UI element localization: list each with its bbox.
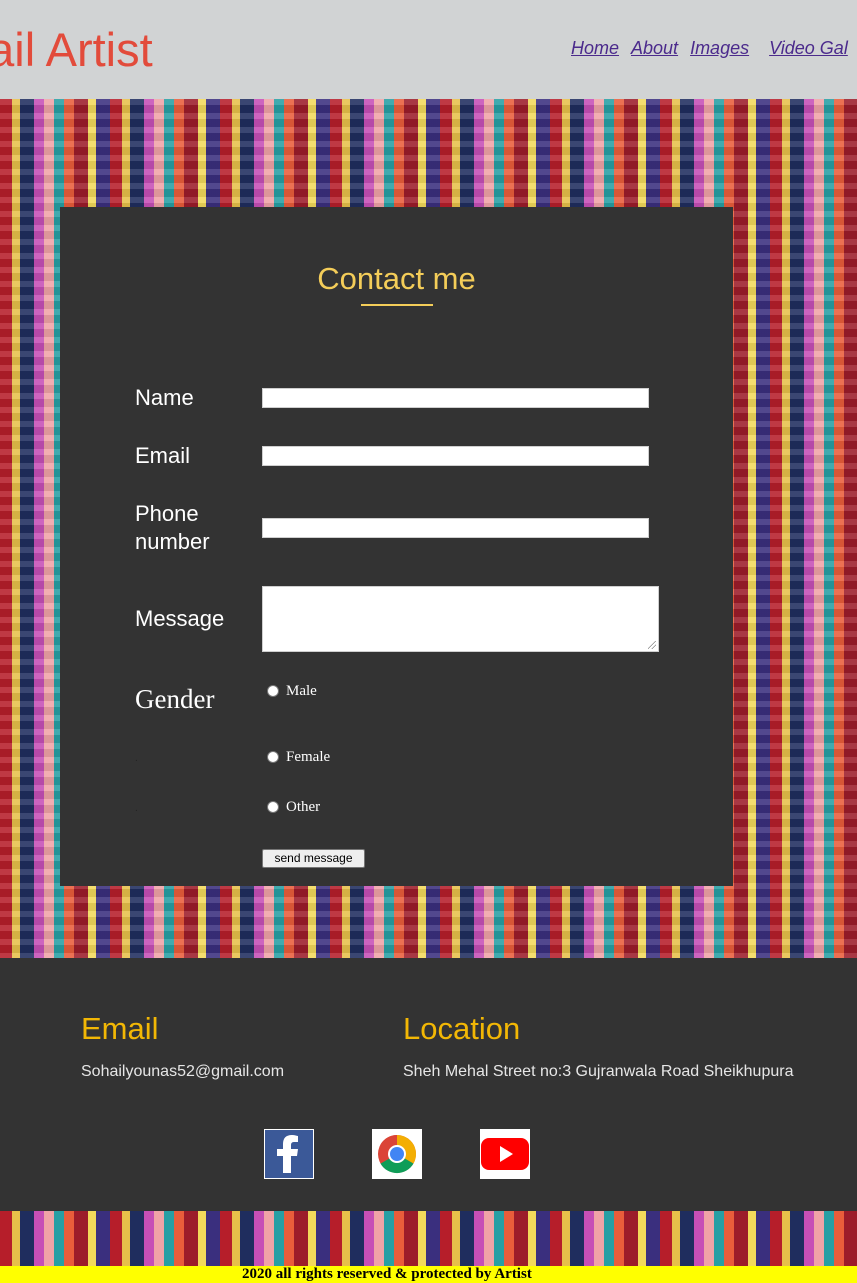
gender-label: Gender	[135, 684, 215, 714]
gender-radio-female[interactable]	[267, 751, 279, 763]
main-nav: Home About Images Video Gal	[571, 38, 857, 59]
site-header: hail Artist Home About Images Video Gal	[0, 0, 857, 99]
phone-input[interactable]	[262, 518, 649, 538]
site-footer: Email Sohailyounas52@gmail.com Location …	[0, 958, 857, 1211]
send-message-button[interactable]: send message	[262, 849, 365, 868]
gender-option-male: Male	[286, 683, 317, 699]
contact-panel: Contact me Name Email Phone number Messa…	[60, 207, 733, 886]
gender-option-female: Female	[286, 749, 331, 765]
facebook-icon[interactable]	[264, 1129, 314, 1179]
footer-location-heading: Location	[403, 1011, 521, 1046]
nav-link-about[interactable]: About	[631, 38, 678, 58]
phone-label-line1: Phone	[135, 501, 199, 526]
site-brand: hail Artist	[0, 23, 153, 76]
chrome-icon[interactable]	[372, 1129, 422, 1179]
nav-link-home[interactable]: Home	[571, 38, 619, 58]
youtube-icon[interactable]	[480, 1129, 530, 1179]
message-textarea[interactable]	[262, 586, 659, 652]
message-label: Message	[135, 606, 225, 631]
gender-radio-male[interactable]	[267, 685, 279, 697]
nav-link-video-gallery[interactable]: Video Gal	[769, 38, 848, 58]
copyright-bar: 2020 all rights reserved & protected by …	[0, 1266, 857, 1283]
footer-location-value: Sheh Mehal Street no:3 Gujranwala Road S…	[403, 1063, 794, 1080]
nav-link-images[interactable]: Images	[690, 38, 749, 58]
gender-radio-other[interactable]	[267, 801, 279, 813]
name-label: Name	[135, 385, 194, 410]
phone-label-line2: number	[135, 529, 210, 554]
email-label: Email	[135, 443, 191, 468]
spacer-dot: .	[135, 803, 138, 814]
title-underline	[361, 304, 433, 306]
contact-title: Contact me	[317, 261, 476, 296]
gender-option-other: Other	[286, 799, 321, 815]
spacer-dot: .	[135, 753, 138, 764]
copyright-text: 2020 all rights reserved & protected by …	[242, 1266, 532, 1282]
footer-email-value: Sohailyounas52@gmail.com	[81, 1063, 285, 1080]
footer-email-heading: Email	[81, 1011, 159, 1046]
resize-grip-icon[interactable]	[648, 641, 656, 649]
email-input[interactable]	[262, 446, 649, 466]
name-input[interactable]	[262, 388, 649, 408]
footer-background-strip	[0, 1211, 857, 1266]
